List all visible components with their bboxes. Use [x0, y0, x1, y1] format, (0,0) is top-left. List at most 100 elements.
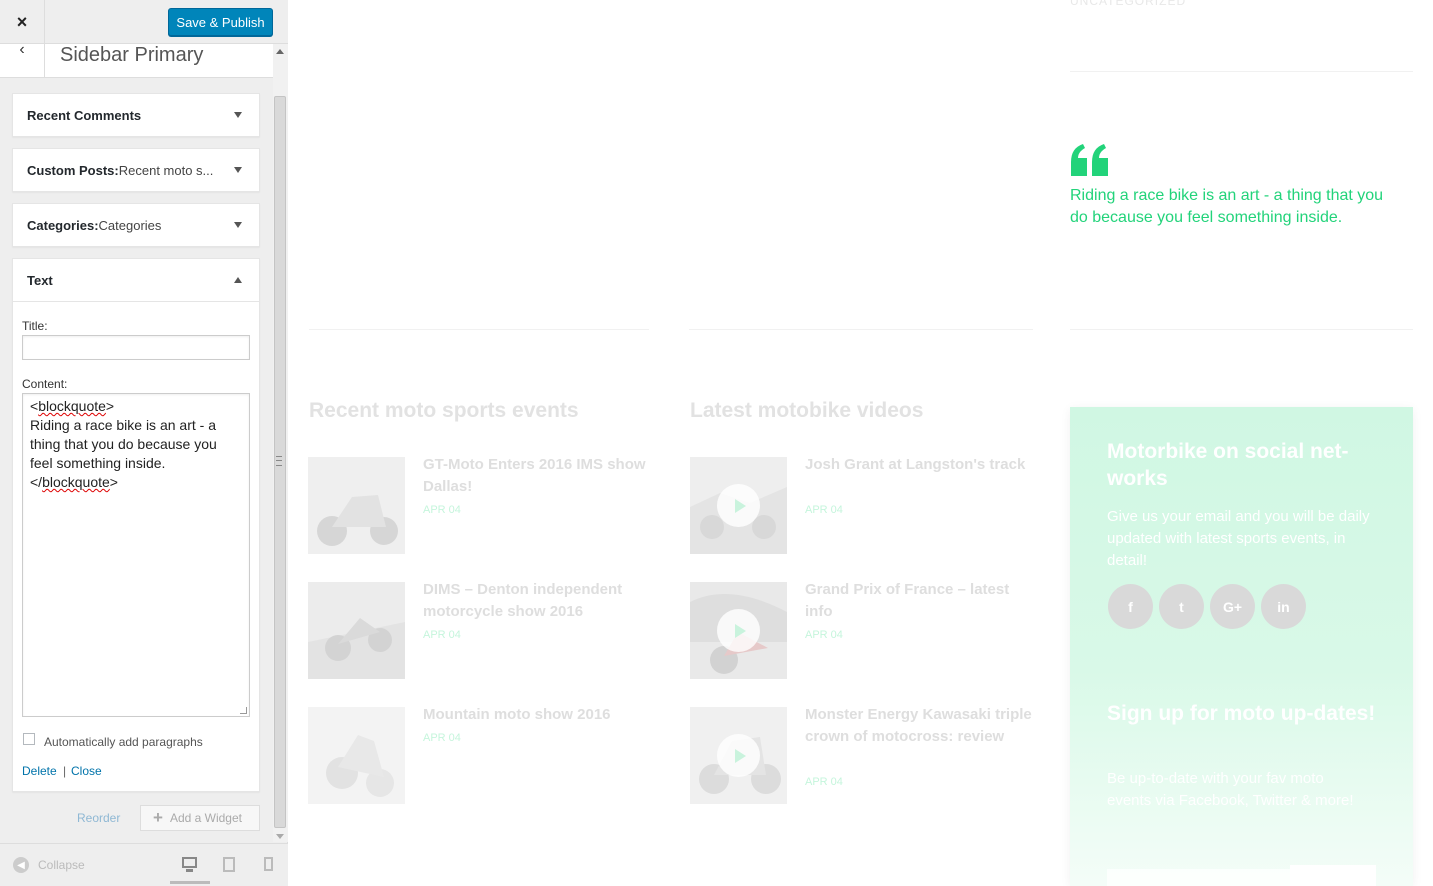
scroll-up-arrow-icon[interactable] — [276, 49, 284, 54]
section-header: ‹ Sidebar Primary — [0, 41, 273, 78]
video-date: APR 04 — [805, 776, 843, 788]
customizer-footer: ◀ Collapse — [0, 843, 288, 886]
expand-arrow-icon[interactable] — [234, 112, 242, 118]
panel-resize-handle[interactable] — [276, 456, 282, 466]
event-post[interactable]: DIMS – Denton independent motorcycle sho… — [308, 579, 653, 679]
video-post[interactable]: Monster Energy Kawasaki triple crown of … — [690, 704, 1035, 804]
widget-subtitle: Categories — [98, 217, 162, 233]
back-button[interactable]: ‹ — [0, 41, 45, 78]
social-title: Motorbike on social net-works — [1107, 440, 1349, 490]
video-date: APR 04 — [805, 504, 843, 516]
widget-header[interactable]: Custom Posts: Recent moto s... — [13, 149, 259, 191]
video-title[interactable]: Josh Grant at Langston's track — [805, 454, 1035, 476]
video-date: APR 04 — [805, 629, 843, 641]
title-label: Title: — [22, 319, 48, 333]
divider — [1070, 329, 1413, 330]
panel-scrollbar[interactable] — [273, 44, 288, 842]
quote-mark-icon — [1071, 144, 1108, 176]
twitter-icon[interactable]: t — [1159, 584, 1204, 629]
add-widget-label: Add a Widget — [169, 811, 242, 825]
social-widget: Motorbike on social net-works Give us yo… — [1070, 407, 1413, 886]
signup-submit-button[interactable] — [1290, 865, 1376, 886]
video-post[interactable]: Grand Prix of France – latest info APR 0… — [690, 579, 1035, 679]
widget-custom-posts[interactable]: Custom Posts: Recent moto s... — [12, 148, 260, 192]
add-widget-button[interactable]: + Add a Widget — [140, 805, 260, 831]
scroll-down-arrow-icon[interactable] — [276, 834, 284, 839]
widget-categories[interactable]: Categories: Categories — [12, 203, 260, 247]
motorbike-image — [308, 457, 405, 554]
save-publish-button[interactable]: Save & Publish — [168, 8, 273, 36]
plus-icon: + — [153, 808, 163, 827]
expand-arrow-icon[interactable] — [234, 167, 242, 173]
reorder-link[interactable]: Reorder — [77, 811, 120, 825]
mobile-preview-icon[interactable] — [264, 857, 273, 871]
collapse-label[interactable]: Collapse — [38, 858, 85, 872]
event-thumbnail[interactable] — [308, 457, 405, 554]
video-thumbnail[interactable] — [690, 457, 787, 554]
widget-title: Text — [27, 272, 53, 288]
event-thumbnail[interactable] — [308, 582, 405, 679]
section-title: Sidebar Primary — [60, 44, 204, 66]
desktop-stand-icon — [186, 869, 193, 872]
video-title[interactable]: Monster Energy Kawasaki triple crown of … — [805, 704, 1035, 748]
content-textarea[interactable]: <blockquote> Riding a race bike is an ar… — [22, 393, 250, 717]
widget-title: Categories: — [27, 217, 99, 233]
quote-text: Riding a race bike is an art - a thing t… — [1070, 187, 1384, 226]
site-preview: UNCATEGORIZED Riding a race bike is an a… — [289, 0, 1433, 886]
play-icon[interactable] — [717, 484, 760, 527]
google-plus-icon[interactable]: G+ — [1210, 584, 1255, 629]
video-title[interactable]: Grand Prix of France – latest info — [805, 579, 1035, 623]
event-title[interactable]: GT-Moto Enters 2016 IMS show Dallas! — [423, 454, 653, 498]
widget-title: Custom Posts: — [27, 162, 119, 178]
widget-header[interactable]: Categories: Categories — [13, 204, 259, 246]
event-post[interactable]: Mountain moto show 2016 APR 04 — [308, 704, 653, 804]
customizer-panel: × Save & Publish ‹ Sidebar Primary Recen… — [0, 0, 288, 886]
facebook-icon[interactable]: f — [1108, 584, 1153, 629]
event-date: APR 04 — [423, 629, 461, 641]
video-thumbnail[interactable] — [690, 582, 787, 679]
signup-text: Be up-to-date with your fav moto events … — [1107, 770, 1354, 809]
title-input[interactable] — [22, 335, 250, 360]
close-icon: × — [16, 11, 28, 32]
widget-subtitle: Recent moto s... — [118, 162, 214, 178]
videos-heading: Latest motobike videos — [690, 399, 924, 422]
event-title[interactable]: DIMS – Denton independent motorcycle sho… — [423, 579, 653, 623]
desktop-preview-icon[interactable] — [182, 857, 197, 868]
delete-link[interactable]: Delete — [22, 764, 57, 778]
widget-header[interactable]: Text — [13, 259, 259, 302]
auto-paragraphs-checkbox[interactable] — [23, 733, 35, 745]
auto-paragraphs-label[interactable]: Automatically add paragraphs — [44, 735, 203, 749]
widget-header[interactable]: Recent Comments — [13, 94, 259, 136]
content-label: Content: — [22, 377, 68, 391]
active-device-indicator — [170, 881, 210, 884]
play-icon[interactable] — [717, 609, 760, 652]
video-thumbnail[interactable] — [690, 707, 787, 804]
event-post[interactable]: GT-Moto Enters 2016 IMS show Dallas! APR… — [308, 454, 653, 554]
event-date: APR 04 — [423, 504, 461, 516]
divider — [689, 329, 1033, 330]
widget-text: Text Title: Content: <blockquote> Riding… — [12, 258, 260, 792]
event-title[interactable]: Mountain moto show 2016 — [423, 704, 653, 726]
event-date: APR 04 — [423, 732, 461, 744]
customizer-header: × Save & Publish — [0, 0, 288, 44]
linkedin-icon[interactable]: in — [1261, 584, 1306, 629]
video-post[interactable]: Josh Grant at Langston's track APR 04 — [690, 454, 1035, 554]
widget-recent-comments[interactable]: Recent Comments — [12, 93, 260, 137]
close-link[interactable]: Close — [71, 764, 102, 778]
textarea-resize-grip[interactable] — [240, 707, 247, 714]
content-close-tag: blockquote — [42, 474, 110, 490]
tablet-preview-icon[interactable] — [223, 857, 235, 872]
close-customizer-button[interactable]: × — [0, 0, 45, 44]
collapse-arrow-icon[interactable]: ◀ — [13, 857, 29, 873]
content-open-tag: blockquote — [38, 398, 106, 414]
signup-title: Sign up for moto up-dates! — [1107, 702, 1376, 725]
event-thumbnail[interactable] — [308, 707, 405, 804]
expand-arrow-icon[interactable] — [234, 222, 242, 228]
link-separator: | — [63, 764, 67, 778]
collapse-arrow-icon[interactable] — [234, 277, 242, 283]
social-text: Give us your email and you will be daily… — [1107, 508, 1370, 569]
category-label[interactable]: UNCATEGORIZED — [1070, 0, 1186, 8]
play-icon[interactable] — [717, 734, 760, 777]
motorbike-image — [308, 707, 405, 804]
back-arrow-icon: ‹ — [19, 41, 25, 58]
